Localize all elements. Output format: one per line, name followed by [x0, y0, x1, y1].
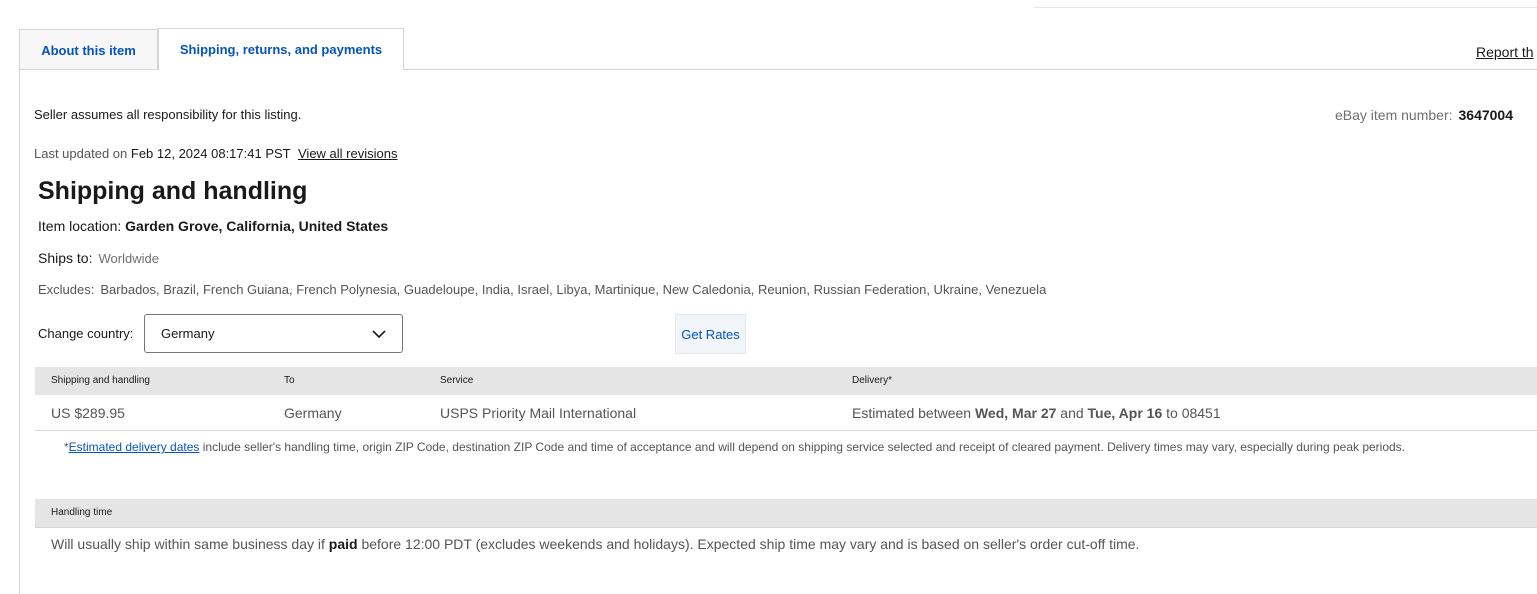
- item-location: Item location: Garden Grove, California,…: [38, 218, 388, 234]
- col-shipping-handling: Shipping and handling: [51, 375, 150, 386]
- seller-responsibility-note: Seller assumes all responsibility for th…: [34, 107, 302, 122]
- delivery-prefix: Estimated between: [852, 405, 972, 421]
- delivery-end: Tue, Apr 16: [1087, 405, 1163, 421]
- excludes-value: Barbados, Brazil, French Guiana, French …: [100, 282, 1047, 297]
- last-updated-date: Feb 12, 2024 08:17:41 PST: [130, 146, 291, 161]
- item-number-value: 3647004: [1458, 107, 1514, 123]
- shipping-cost: US $289.95: [51, 405, 125, 421]
- table-row: US $289.95 Germany USPS Priority Mail In…: [35, 396, 1537, 431]
- shipping-title: Shipping and handling: [38, 177, 308, 205]
- country-select[interactable]: Germany: [144, 314, 403, 353]
- last-updated-prefix: Last updated on: [34, 146, 128, 161]
- excludes-label: Excludes:: [38, 282, 95, 297]
- active-tab-gap: [159, 68, 403, 71]
- ships-to: Ships to: Worldwide: [38, 250, 159, 266]
- estimated-delivery-dates-link[interactable]: Estimated delivery dates: [69, 440, 200, 454]
- col-delivery: Delivery*: [852, 375, 893, 386]
- item-location-label: Item location:: [38, 218, 122, 234]
- handling-prefix: Will usually ship within same business d…: [51, 536, 325, 552]
- view-all-revisions-link[interactable]: View all revisions: [298, 146, 397, 161]
- shipping-to: Germany: [284, 405, 342, 421]
- handling-time-label: Handling time: [51, 507, 113, 518]
- get-rates-button[interactable]: Get Rates: [675, 314, 746, 354]
- handling-suffix: before 12:00 PDT (excludes weekends and …: [361, 536, 1140, 552]
- chevron-down-icon: [372, 330, 386, 339]
- ships-to-label: Ships to:: [38, 250, 93, 266]
- country-select-value: Germany: [161, 326, 215, 341]
- ships-to-value: Worldwide: [98, 251, 159, 266]
- delivery-note: *Estimated delivery dates include seller…: [64, 437, 1504, 457]
- report-link[interactable]: Report th: [1476, 44, 1534, 60]
- change-country-label: Change country:: [38, 326, 134, 341]
- tab-about-this-item[interactable]: About this item: [19, 29, 158, 70]
- shipping-table-header: Shipping and handling To Service Deliver…: [35, 367, 1537, 395]
- tab-shipping-returns-payments[interactable]: Shipping, returns, and payments: [158, 28, 404, 70]
- panel-border: [19, 69, 20, 594]
- top-divider: [1034, 7, 1537, 8]
- item-number: eBay item number: 3647004: [1335, 107, 1513, 123]
- delivery-zip: to 08451: [1166, 405, 1221, 421]
- delivery-estimate: Estimated between Wed, Mar 27 and Tue, A…: [852, 405, 1221, 421]
- col-service: Service: [440, 375, 474, 386]
- shipping-service: USPS Priority Mail International: [440, 405, 637, 421]
- last-updated: Last updated on Feb 12, 2024 08:17:41 PS…: [34, 146, 397, 161]
- delivery-and: and: [1060, 405, 1084, 421]
- item-number-label: eBay item number:: [1335, 107, 1453, 123]
- handling-time-text: Will usually ship within same business d…: [51, 536, 1139, 552]
- col-to: To: [284, 375, 295, 386]
- delivery-start: Wed, Mar 27: [974, 405, 1057, 421]
- note-text: include seller's handling time, origin Z…: [199, 440, 1406, 454]
- excludes: Excludes: Barbados, Brazil, French Guiana…: [38, 282, 1046, 297]
- item-location-value: Garden Grove, California, United States: [125, 218, 389, 234]
- handling-time-header: Handling time: [35, 499, 1537, 528]
- handling-bold: paid: [328, 536, 358, 552]
